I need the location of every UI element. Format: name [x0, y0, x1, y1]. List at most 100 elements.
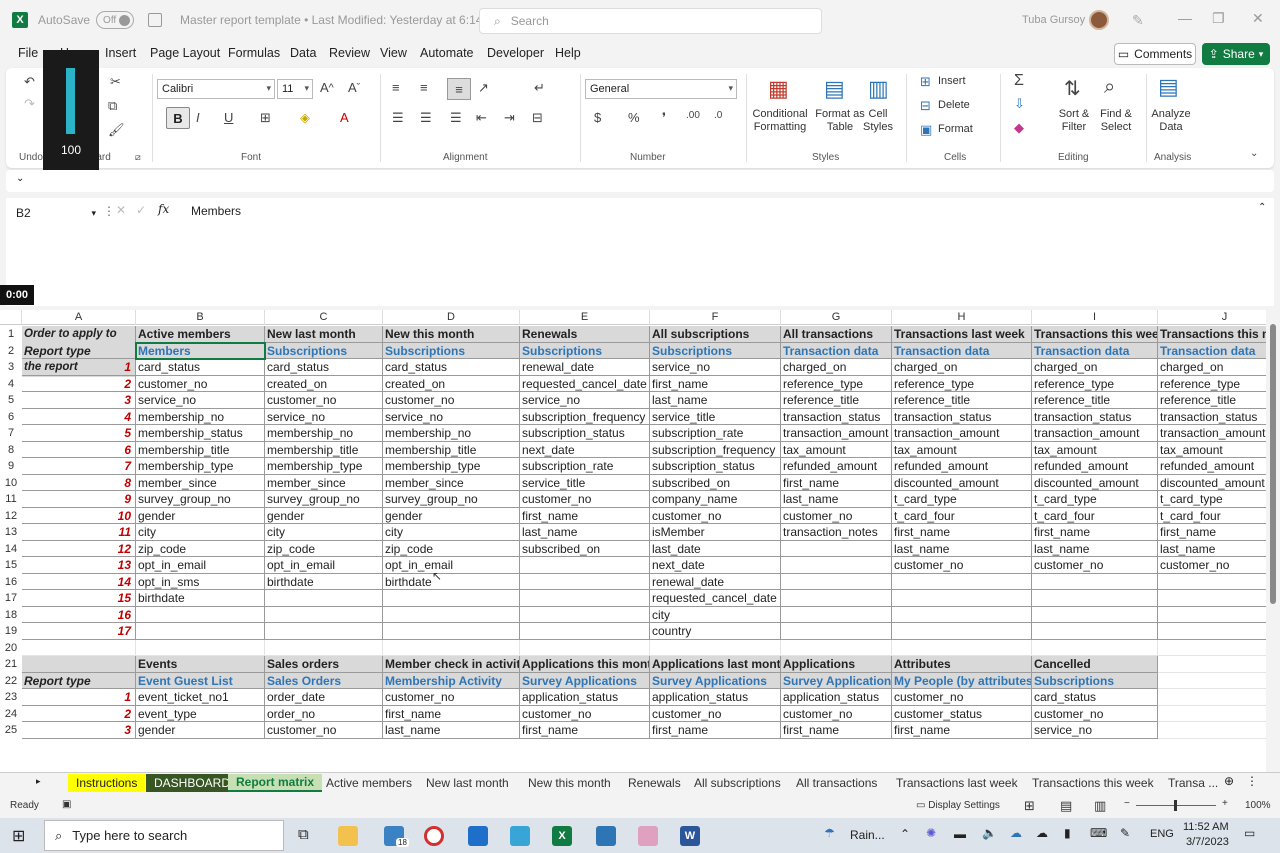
conditional-formatting-button[interactable]: Conditional Formatting	[750, 108, 810, 134]
cell[interactable]: member_since	[265, 474, 383, 491]
cell[interactable]: 11	[22, 524, 136, 541]
cell[interactable]: transaction_amount	[781, 425, 892, 442]
cell[interactable]: customer_no	[1032, 557, 1158, 574]
cell[interactable]: 2	[22, 705, 136, 722]
cell[interactable]: last_name	[781, 491, 892, 508]
windows-start-icon[interactable]: ⊞	[12, 826, 25, 846]
cell[interactable]	[383, 639, 520, 656]
cell[interactable]	[1032, 623, 1158, 640]
cell[interactable]: transaction_amount	[892, 425, 1032, 442]
keyboard-icon[interactable]: ⌨	[1090, 826, 1107, 840]
cell[interactable]	[1032, 606, 1158, 623]
cell[interactable]: membership_title	[265, 441, 383, 458]
volume-icon[interactable]: 🔈	[982, 826, 997, 840]
cell[interactable]: Transactions this week	[1032, 326, 1158, 343]
row-header[interactable]: 11	[0, 491, 22, 508]
cell[interactable]	[1158, 640, 1266, 656]
cell[interactable]	[520, 590, 650, 607]
cell[interactable]: service_no	[650, 359, 781, 376]
slack-icon[interactable]	[638, 826, 658, 846]
outlook-icon[interactable]	[468, 826, 488, 846]
tab-data[interactable]: Data	[290, 46, 316, 60]
cell[interactable]: Events	[136, 656, 265, 673]
file-explorer-icon[interactable]	[338, 826, 358, 846]
cell[interactable]: Applications this month	[520, 656, 650, 673]
tab-file[interactable]: File	[18, 46, 38, 60]
increase-decimal-icon[interactable]: .00	[686, 110, 700, 121]
cell[interactable]: order_no	[265, 705, 383, 722]
tray-app-icon[interactable]: ✺	[926, 826, 936, 840]
scroll-tabs-icon[interactable]: ▸	[36, 776, 41, 787]
cell[interactable]: service_title	[520, 474, 650, 491]
cell[interactable]: discounted_amount	[892, 474, 1032, 491]
sheet-tab[interactable]: Transa ...	[1160, 774, 1226, 792]
cell[interactable]: reference_type	[1158, 376, 1266, 392]
cell[interactable]: Subscriptions	[650, 342, 781, 359]
column-header[interactable]: E	[520, 310, 650, 325]
analyze-data-icon[interactable]: ▤	[1158, 74, 1179, 100]
cell[interactable]	[520, 606, 650, 623]
qat-customize-icon[interactable]: ⌄	[16, 173, 24, 184]
tab-formulas[interactable]: Formulas	[228, 46, 280, 60]
tab-view[interactable]: View	[380, 46, 407, 60]
collapse-formula-bar-icon[interactable]: ⌃	[1258, 202, 1266, 213]
cell[interactable]: card_status	[265, 359, 383, 376]
cell[interactable]: opt_in_email	[383, 557, 520, 574]
cell[interactable]: 6	[22, 441, 136, 458]
cell[interactable]: first_name	[892, 524, 1032, 541]
cell[interactable]: 12	[22, 540, 136, 557]
cell[interactable]: isMember	[650, 524, 781, 541]
cell[interactable]: order_date	[265, 689, 383, 706]
cell[interactable]	[781, 540, 892, 557]
cell[interactable]: Subscriptions	[383, 342, 520, 359]
cell[interactable]: card_status	[136, 359, 265, 376]
cell[interactable]: renewal_date	[650, 573, 781, 590]
cell[interactable]	[265, 606, 383, 623]
cell[interactable]: transaction_status	[892, 408, 1032, 425]
cell[interactable]: Report type	[22, 342, 136, 359]
cell[interactable]: first_name	[1158, 524, 1266, 541]
tab-developer[interactable]: Developer	[487, 46, 544, 60]
cell[interactable]: customer_no	[1158, 557, 1266, 574]
cell[interactable]	[1032, 639, 1158, 656]
accessibility-icon[interactable]: ▣	[62, 799, 71, 810]
cell[interactable]: application_status	[650, 689, 781, 706]
vertical-scrollbar[interactable]	[1266, 310, 1280, 772]
copy-icon[interactable]: ⧉	[108, 98, 117, 114]
cell[interactable]: Transactions this month	[1158, 326, 1266, 343]
undo-icon[interactable]: ↶	[24, 74, 35, 90]
row-header[interactable]: 19	[0, 623, 22, 640]
cell[interactable]: transaction_amount	[1032, 425, 1158, 442]
tray-chevron-up-icon[interactable]: ⌃	[900, 827, 910, 841]
cell[interactable]	[650, 639, 781, 656]
avatar[interactable]	[1089, 10, 1109, 30]
cell[interactable]: Survey Applications	[520, 672, 650, 689]
cell[interactable]: last_name	[520, 524, 650, 541]
cut-icon[interactable]: ✂	[110, 74, 121, 90]
cell[interactable]: Cancelled	[1032, 656, 1158, 673]
row-header[interactable]: 5	[0, 392, 22, 409]
cell[interactable]	[265, 623, 383, 640]
cell[interactable]: city	[136, 524, 265, 541]
cell[interactable]: 2	[22, 375, 136, 392]
align-middle-icon[interactable]: ≡	[420, 80, 428, 95]
task-view-icon[interactable]: ⧉	[298, 826, 309, 843]
cell[interactable]: 13	[22, 557, 136, 574]
cell[interactable]: customer_no	[520, 705, 650, 722]
delete-cells-icon[interactable]: ⊟	[920, 98, 931, 114]
conditional-formatting-icon[interactable]: ▦	[768, 76, 789, 102]
cell[interactable]	[1158, 722, 1266, 739]
cell[interactable]: next_date	[650, 557, 781, 574]
decrease-font-icon[interactable]: Aˇ	[348, 80, 360, 95]
cell[interactable]: next_date	[520, 441, 650, 458]
comments-button[interactable]: ▭ Comments	[1114, 43, 1196, 65]
column-header[interactable]: B	[136, 310, 265, 325]
autosave-toggle[interactable]: Off	[96, 11, 135, 29]
cell[interactable]: Membership Activity	[383, 672, 520, 689]
weather-icon[interactable]: ☂	[824, 826, 835, 840]
minimize-icon[interactable]: —	[1178, 10, 1192, 26]
cell[interactable]: created_on	[265, 375, 383, 392]
cell[interactable]: membership_type	[136, 458, 265, 475]
cell[interactable]	[22, 656, 136, 673]
row-header[interactable]: 18	[0, 607, 22, 624]
